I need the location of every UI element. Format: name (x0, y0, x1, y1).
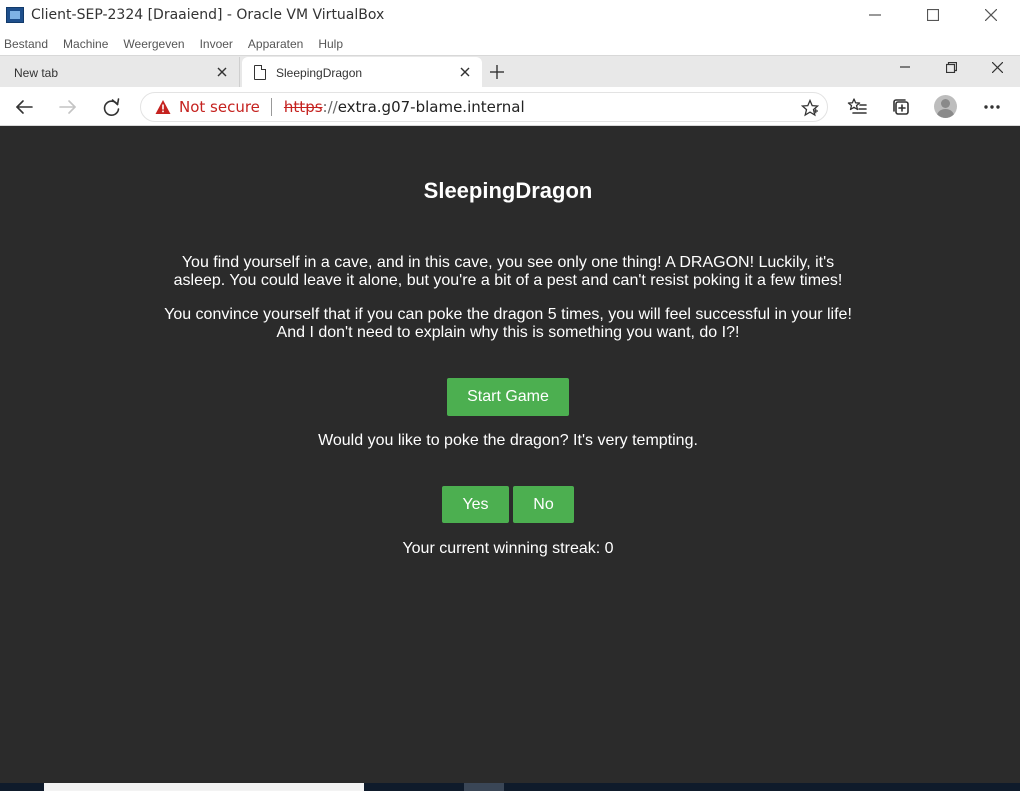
browser-toolbar: Not secure https://extra.g07-blame.inter… (0, 87, 1020, 126)
virtualbox-app-icon (5, 5, 25, 25)
back-button[interactable] (12, 95, 36, 119)
tab-new-tab[interactable]: New tab (0, 57, 240, 88)
menu-hulp[interactable]: Hulp (318, 37, 343, 51)
vm-minimize-button[interactable] (846, 0, 904, 30)
vm-window-controls (846, 0, 1020, 30)
not-secure-label[interactable]: Not secure (179, 98, 260, 116)
tab-label: New tab (14, 65, 59, 80)
yes-button[interactable]: Yes (442, 486, 509, 523)
star-icon (800, 98, 820, 117)
intro-paragraph-2: You convince yourself that if you can po… (164, 306, 852, 341)
menu-invoer[interactable]: Invoer (200, 37, 233, 51)
tab-close-button[interactable] (215, 65, 229, 79)
start-game-button[interactable]: Start Game (447, 378, 569, 416)
tab-close-button[interactable] (458, 65, 472, 79)
address-bar[interactable]: Not secure https://extra.g07-blame.inter… (140, 92, 828, 122)
page-title: SleepingDragon (423, 178, 593, 203)
close-icon (217, 67, 227, 77)
maximize-icon (927, 9, 939, 21)
minimize-icon (900, 66, 910, 68)
warning-icon (155, 100, 171, 114)
menu-apparaten[interactable]: Apparaten (248, 37, 303, 51)
taskbar-app-item[interactable] (464, 783, 504, 791)
favorites-button[interactable] (845, 95, 869, 119)
no-button[interactable]: No (513, 486, 574, 523)
minimize-icon (869, 14, 881, 16)
browser-tabstrip: New tab SleepingDragon (0, 55, 1020, 88)
tab-sleepingdragon[interactable]: SleepingDragon (242, 57, 482, 88)
url-host: extra.g07-blame.internal (337, 98, 525, 116)
close-icon (985, 9, 997, 21)
collections-button[interactable] (889, 95, 913, 119)
url-scheme: https (283, 98, 323, 116)
browser-window-controls (882, 56, 1020, 78)
back-arrow-icon (16, 100, 33, 114)
vm-window-title: Client-SEP-2324 [Draaiend] - Oracle VM V… (31, 7, 385, 23)
favorites-list-icon (847, 98, 867, 114)
restore-icon (945, 61, 957, 73)
vm-window-titlebar: Client-SEP-2324 [Draaiend] - Oracle VM V… (0, 0, 1020, 30)
forward-button[interactable] (56, 95, 80, 119)
address-divider (270, 98, 272, 116)
browser-restore-button[interactable] (928, 56, 974, 78)
poke-question: Would you like to poke the dragon? It's … (318, 432, 698, 449)
url-text[interactable]: https://extra.g07-blame.internal (284, 98, 525, 116)
host-taskbar (0, 783, 1020, 791)
collections-icon (893, 99, 909, 115)
browser-minimize-button[interactable] (882, 56, 928, 78)
tab-label: SleepingDragon (276, 65, 363, 80)
close-icon (460, 67, 470, 77)
taskbar-search-box[interactable] (44, 783, 364, 791)
refresh-icon (103, 98, 120, 116)
forward-arrow-icon (59, 100, 76, 114)
vm-maximize-button[interactable] (904, 0, 962, 30)
plus-icon (490, 65, 504, 79)
settings-more-button[interactable] (980, 95, 1004, 119)
close-icon (991, 61, 1003, 73)
url-scheme-separator: :// (322, 98, 338, 116)
menu-weergeven[interactable]: Weergeven (123, 37, 184, 51)
profile-avatar[interactable] (934, 95, 957, 118)
menu-machine[interactable]: Machine (63, 37, 108, 51)
vm-close-button[interactable] (962, 0, 1020, 30)
winning-streak: Your current winning streak: 0 (402, 540, 614, 557)
vm-menubar: Bestand Machine Weergeven Invoer Apparat… (0, 33, 354, 55)
more-icon (984, 105, 1000, 109)
add-favorite-button[interactable] (800, 98, 820, 117)
browser-close-button[interactable] (974, 56, 1020, 78)
intro-paragraph-1: You find yourself in a cave, and in this… (173, 254, 843, 289)
menu-bestand[interactable]: Bestand (4, 37, 48, 51)
page-content: SleepingDragon You find yourself in a ca… (0, 126, 1020, 783)
new-tab-button[interactable] (486, 61, 508, 83)
refresh-button[interactable] (100, 95, 124, 119)
page-icon (254, 65, 266, 80)
